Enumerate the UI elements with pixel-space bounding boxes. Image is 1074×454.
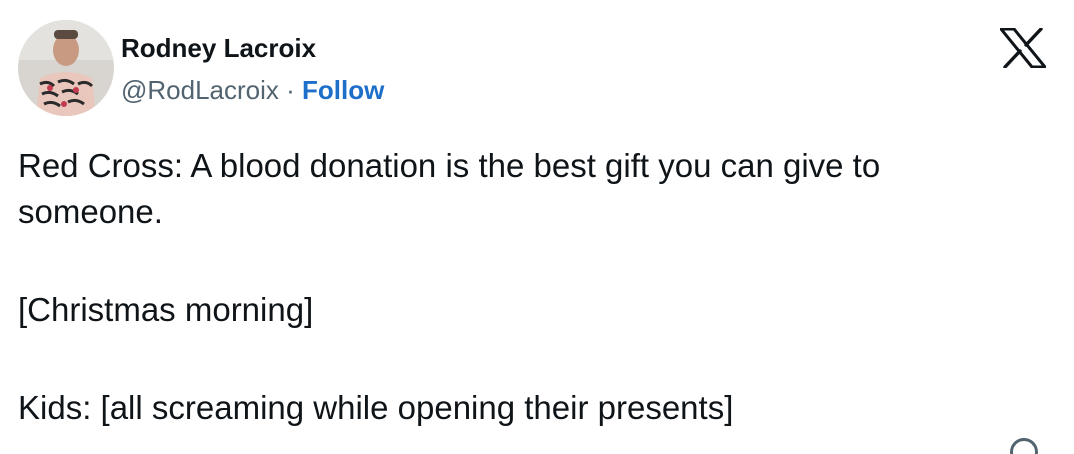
tweet-card: Rodney Lacroix @RodLacroix · Follow Red … bbox=[0, 0, 1074, 454]
info-icon[interactable] bbox=[1010, 438, 1038, 454]
author-meta: @RodLacroix · Follow bbox=[121, 75, 384, 105]
avatar[interactable] bbox=[18, 20, 114, 116]
x-logo-icon[interactable] bbox=[1000, 28, 1046, 68]
author-display-name[interactable]: Rodney Lacroix bbox=[121, 33, 316, 63]
meta-separator: · bbox=[278, 75, 303, 105]
follow-button[interactable]: Follow bbox=[302, 75, 384, 105]
tweet-text-line: Kids: [all screaming while opening their… bbox=[18, 389, 734, 426]
tweet-text-line: someone. bbox=[18, 193, 163, 230]
tweet-text-line: Red Cross: A blood donation is the best … bbox=[18, 147, 881, 184]
author-handle[interactable]: @RodLacroix bbox=[121, 75, 279, 105]
tweet-text-line: [Christmas morning] bbox=[18, 291, 314, 328]
